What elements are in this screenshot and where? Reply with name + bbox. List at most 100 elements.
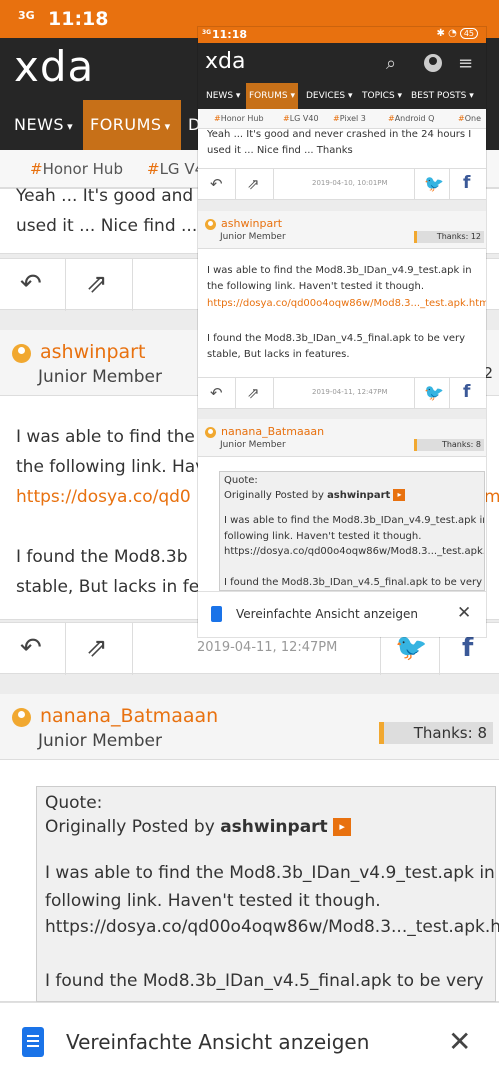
tag-honor-hub[interactable]: #Honor Hub bbox=[30, 160, 123, 178]
tag-honor-hub[interactable]: #Honor Hub bbox=[214, 114, 264, 123]
twitter-icon[interactable]: 🐦 bbox=[424, 174, 444, 193]
view-post-icon[interactable]: ▸ bbox=[333, 818, 352, 836]
signal-indicator: 3G bbox=[202, 29, 212, 36]
signal-indicator: 3G bbox=[18, 9, 35, 22]
post-text: I found the Mod8.3b bbox=[16, 547, 188, 567]
view-post-icon[interactable]: ▸ bbox=[393, 489, 406, 501]
bluetooth-icon: ✱ bbox=[436, 28, 445, 39]
download-link[interactable]: https://dosya.co/qd00o4oqw86w/Mod8.3..._… bbox=[207, 296, 486, 312]
nav-forums[interactable]: FORUMS ▾ bbox=[246, 83, 298, 109]
nav-news[interactable]: NEWS ▾ bbox=[14, 100, 73, 150]
simplified-view-bar[interactable]: Vereinfachte Ansicht anzeigen ✕ bbox=[0, 1002, 499, 1080]
wifi-icon: ◔ bbox=[448, 28, 457, 39]
battery-indicator: 45 bbox=[459, 28, 478, 39]
profile-icon[interactable] bbox=[424, 54, 442, 72]
user-rank: Junior Member bbox=[38, 731, 163, 751]
username[interactable]: nanana_Batmaaan bbox=[221, 425, 324, 438]
xda-logo[interactable]: xda bbox=[14, 42, 94, 91]
nav-topics[interactable]: TOPICS ▾ bbox=[362, 83, 402, 109]
status-time: 11:18 bbox=[48, 8, 109, 30]
thanks-count: Thanks: 8 bbox=[414, 439, 484, 451]
twitter-icon[interactable]: 🐦 bbox=[424, 383, 444, 402]
thanks-count: Thanks: 12 bbox=[414, 231, 484, 243]
post-card: Yeah ... It's good and never crashed in … bbox=[198, 129, 486, 171]
quote-label: Quote: bbox=[224, 475, 258, 486]
quote-author[interactable]: ashwinpart bbox=[220, 817, 327, 837]
download-link-end[interactable]: m bbox=[484, 482, 499, 512]
avatar[interactable] bbox=[12, 708, 31, 727]
overlay-status-bar: 3G 11:18 ✱ ◔ 45 bbox=[198, 27, 486, 43]
nav-best-posts[interactable]: BEST POSTS ▾ bbox=[411, 83, 474, 109]
reply-button[interactable]: ↶ bbox=[198, 169, 236, 200]
avatar[interactable] bbox=[12, 344, 31, 363]
username[interactable]: nanana_Batmaaan bbox=[40, 705, 218, 727]
overlay-window: 3G 11:18 ✱ ◔ 45 xda ⌕ ≡ NEWS ▾ FORUMS ▾ D… bbox=[198, 27, 486, 637]
close-icon[interactable]: ✕ bbox=[457, 603, 471, 623]
status-time: 11:18 bbox=[212, 28, 248, 41]
thanks-count: Thanks: 8 bbox=[379, 722, 493, 744]
post-date: 2019-04-10, 10:01PM bbox=[312, 179, 388, 187]
reply-button[interactable]: ↶ bbox=[0, 259, 66, 311]
tag-android-q[interactable]: #Android Q bbox=[388, 114, 434, 123]
username[interactable]: ashwinpart bbox=[221, 217, 282, 230]
share-button[interactable]: ⇗ bbox=[66, 623, 133, 675]
post-card: I was able to find the Mod8.3b_IDan_v4.9… bbox=[198, 249, 486, 377]
quote-text: following link. Haven't tested it though… bbox=[224, 531, 422, 542]
post-text: Yeah ... It's good and n bbox=[16, 186, 210, 206]
tag-pixel-3[interactable]: #Pixel 3 bbox=[333, 114, 366, 123]
reply-icon: ↶ bbox=[210, 175, 223, 193]
close-icon[interactable]: ✕ bbox=[448, 1025, 471, 1058]
avatar[interactable] bbox=[205, 219, 216, 230]
document-icon bbox=[22, 1027, 44, 1057]
main-nav: NEWS ▾ FORUMS ▾ DEVICES ▾ TOPICS ▾ BEST … bbox=[198, 83, 486, 109]
tag-lg-v40[interactable]: #LG V40 bbox=[283, 114, 319, 123]
simplified-view-bar[interactable]: Vereinfachte Ansicht anzeigen ✕ bbox=[198, 591, 486, 637]
facebook-icon[interactable]: f bbox=[463, 173, 470, 193]
username[interactable]: ashwinpart bbox=[40, 341, 145, 363]
post-text: stable, But lacks in features. bbox=[207, 349, 350, 360]
site-header: xda ⌕ ≡ bbox=[198, 43, 486, 83]
quote-origin: Originally Posted by ashwinpart ▸ bbox=[224, 489, 406, 501]
nav-devices[interactable]: DEVICES ▾ bbox=[306, 83, 353, 109]
menu-icon[interactable]: ≡ bbox=[458, 53, 473, 74]
post-text: I found the Mod8.3b_IDan_v4.5_final.apk … bbox=[207, 333, 466, 344]
post-date: 2019-04-11, 12:47PM bbox=[312, 388, 388, 396]
search-icon[interactable]: ⌕ bbox=[386, 53, 396, 74]
download-link[interactable]: https://dosya.co/qd0 bbox=[16, 482, 191, 512]
share-icon: ⇗ bbox=[247, 175, 260, 193]
simplified-view-label[interactable]: Vereinfachte Ansicht anzeigen bbox=[236, 607, 418, 621]
reply-button[interactable]: ↶ bbox=[198, 378, 236, 409]
post-user-header: nanana_Batmaaan Junior Member Thanks: 8 bbox=[198, 419, 486, 457]
reply-icon: ↶ bbox=[20, 633, 42, 663]
reply-button[interactable]: ↶ bbox=[0, 623, 66, 675]
facebook-icon[interactable]: f bbox=[463, 382, 470, 402]
post-user-header: ashwinpart Junior Member Thanks: 12 bbox=[198, 211, 486, 249]
nav-news[interactable]: NEWS ▾ bbox=[206, 83, 240, 109]
quote-text: I was able to find the Mod8.3b_IDan_v4.9… bbox=[45, 863, 495, 883]
post-actions: ↶ ⇗ 2019-04-11, 12:47PM 🐦 f bbox=[198, 377, 486, 409]
reply-icon: ↶ bbox=[210, 384, 223, 402]
tag-oneplus[interactable]: #One bbox=[458, 114, 481, 123]
quote-text: https://dosya.co/qd00o4oqw86w/Mod8.3..._… bbox=[45, 917, 499, 937]
nav-forums[interactable]: FORUMS ▾ bbox=[83, 100, 181, 150]
post-user-header: nanana_Batmaaan Junior Member Thanks: 8 bbox=[0, 694, 499, 760]
quote-author[interactable]: ashwinpart bbox=[327, 490, 390, 501]
tag-bar: #Honor Hub #LG V40 #Pixel 3 #Android Q #… bbox=[198, 109, 486, 129]
quote-block: Quote: Originally Posted by ashwinpart ▸… bbox=[36, 786, 499, 1002]
reply-icon: ↶ bbox=[20, 269, 42, 299]
quote-block: Quote: Originally Posted by ashwinpart ▸… bbox=[219, 471, 485, 591]
post-date: 2019-04-11, 12:47PM bbox=[197, 640, 338, 655]
quote-origin: Originally Posted by ashwinpart ▸ bbox=[45, 817, 352, 837]
user-rank: Junior Member bbox=[220, 232, 286, 242]
share-button[interactable]: ⇗ bbox=[236, 378, 274, 409]
tag-lg-v40[interactable]: #LG V4 bbox=[147, 160, 204, 178]
avatar[interactable] bbox=[205, 427, 216, 438]
user-rank: Junior Member bbox=[220, 440, 286, 450]
chevron-down-icon: ▾ bbox=[164, 120, 171, 133]
post-card: Quote: Originally Posted by ashwinpart ▸… bbox=[198, 457, 486, 591]
simplified-view-label[interactable]: Vereinfachte Ansicht anzeigen bbox=[66, 1030, 369, 1054]
share-button[interactable]: ⇗ bbox=[236, 169, 274, 200]
share-icon: ⇗ bbox=[247, 384, 260, 402]
xda-logo[interactable]: xda bbox=[205, 49, 245, 74]
share-button[interactable]: ⇗ bbox=[66, 259, 133, 311]
